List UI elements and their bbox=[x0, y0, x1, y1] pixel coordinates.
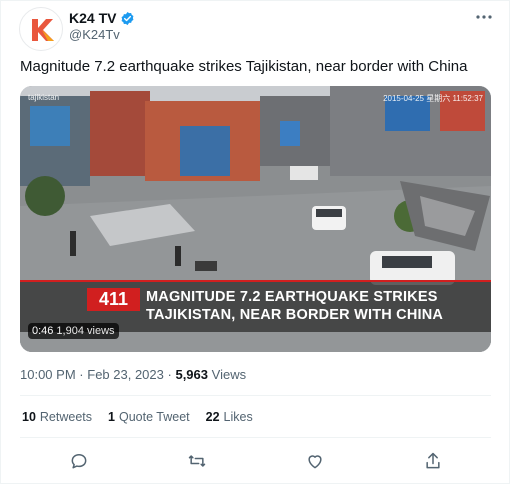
reply-icon[interactable] bbox=[67, 449, 91, 473]
quotes-label: Quote Tweet bbox=[118, 410, 190, 424]
quotes-count: 1 bbox=[108, 410, 115, 424]
news-headline-line2: TAJIKISTAN, NEAR BORDER WITH CHINA bbox=[146, 307, 444, 323]
quotes-stat[interactable]: 1 Quote Tweet bbox=[108, 410, 190, 424]
views-label: Views bbox=[211, 367, 247, 382]
retweets-count: 10 bbox=[22, 410, 36, 424]
retweet-icon[interactable] bbox=[185, 449, 209, 473]
news-badge: 411 bbox=[87, 288, 140, 311]
video-location-stamp: tajikistan bbox=[28, 93, 60, 102]
k24-logo-icon bbox=[32, 19, 54, 41]
video-duration: 0:46 bbox=[32, 325, 54, 337]
tweet-meta: 10:00 PM · Feb 23, 2023 · 5,963 Views bbox=[20, 367, 246, 382]
news-banner-line bbox=[20, 280, 491, 282]
like-icon[interactable] bbox=[303, 449, 327, 473]
likes-stat[interactable]: 22 Likes bbox=[206, 410, 253, 424]
tweet-date[interactable]: Feb 23, 2023 bbox=[87, 367, 164, 382]
video-player[interactable]: tajikistan 2015-04-25 星期六 11:52:37 411 M… bbox=[20, 86, 491, 352]
likes-label: Likes bbox=[223, 410, 253, 424]
views-count: 5,963 bbox=[175, 367, 209, 382]
author-name-row[interactable]: K24 TV bbox=[69, 10, 135, 26]
tweet-actions bbox=[1, 449, 511, 473]
meta-separator: · bbox=[79, 367, 84, 382]
verified-badge-icon bbox=[122, 11, 134, 25]
retweets-label: Retweets bbox=[39, 410, 93, 424]
meta-separator: · bbox=[167, 367, 172, 382]
tweet-time[interactable]: 10:00 PM bbox=[20, 367, 76, 382]
more-horizontal-icon[interactable] bbox=[475, 9, 495, 25]
author-handle[interactable]: @K24Tv bbox=[69, 27, 120, 42]
share-icon[interactable] bbox=[421, 449, 445, 473]
video-duration-pill: 0:46 1,904 views bbox=[28, 323, 119, 339]
tweet-card: K24 TV @K24Tv Magnitude 7.2 earthquake s… bbox=[0, 0, 510, 484]
tweet-text: Magnitude 7.2 earthquake strikes Tajikis… bbox=[20, 58, 468, 75]
video-timestamp: 2015-04-25 星期六 11:52:37 bbox=[383, 94, 483, 103]
avatar[interactable] bbox=[19, 7, 63, 51]
divider bbox=[20, 395, 491, 396]
author-name[interactable]: K24 TV bbox=[69, 10, 116, 26]
news-headline: MAGNITUDE 7.2 EARTHQUAKE STRIKES TAJIKIS… bbox=[146, 288, 486, 324]
retweets-stat[interactable]: 10 Retweets bbox=[22, 410, 92, 424]
news-headline-line1: MAGNITUDE 7.2 EARTHQUAKE STRIKES bbox=[146, 289, 438, 305]
tweet-stats: 10 Retweets 1 Quote Tweet 22 Likes bbox=[22, 410, 253, 424]
likes-count: 22 bbox=[205, 410, 220, 424]
video-views: 1,904 views bbox=[56, 325, 115, 337]
divider bbox=[20, 437, 491, 438]
